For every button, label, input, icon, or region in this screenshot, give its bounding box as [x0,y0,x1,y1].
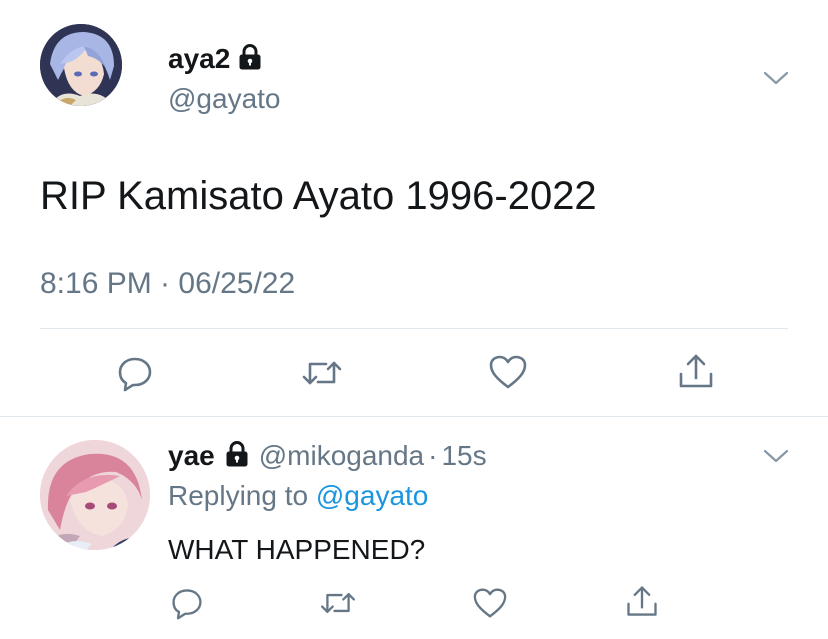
retweet-icon[interactable] [300,356,344,390]
reply-text: WHAT HAPPENED? [168,534,426,565]
retweet-icon[interactable] [318,588,358,618]
author-display-name[interactable]: aya2 [168,42,230,76]
author-avatar[interactable] [40,24,122,106]
replying-to-handle[interactable]: @gayato [316,480,429,511]
reply-icon[interactable] [116,354,154,392]
dot-separator: · [428,440,438,471]
replying-to-label: Replying to [168,480,309,511]
reply-icon[interactable] [170,586,204,620]
share-icon[interactable] [624,584,660,620]
chevron-down-icon[interactable] [762,68,790,88]
chevron-down-icon[interactable] [762,446,790,466]
like-icon[interactable] [472,587,508,619]
author-handle[interactable]: @gayato [168,82,281,116]
reply-author-display-name[interactable]: yae [168,438,215,474]
author-name-row: aya2 [168,42,262,76]
like-icon[interactable] [488,354,528,390]
replying-to-row: Replying to @gayato [168,478,428,514]
tweet-text: RIP Kamisato Ayato 1996-2022 [40,174,597,218]
tweet-timestamp[interactable]: 8:16 PM · 06/25/22 [40,266,295,302]
divider [40,328,788,329]
reply-author-handle[interactable]: @mikoganda [259,438,424,474]
reply-author-avatar[interactable] [40,440,150,550]
lock-icon [238,43,262,75]
section-divider [0,416,828,417]
reply-age[interactable]: 15s [441,438,486,474]
lock-icon [225,440,249,472]
reply-header-row: yae @mikoganda · 15s [168,438,487,474]
share-icon[interactable] [676,352,716,392]
